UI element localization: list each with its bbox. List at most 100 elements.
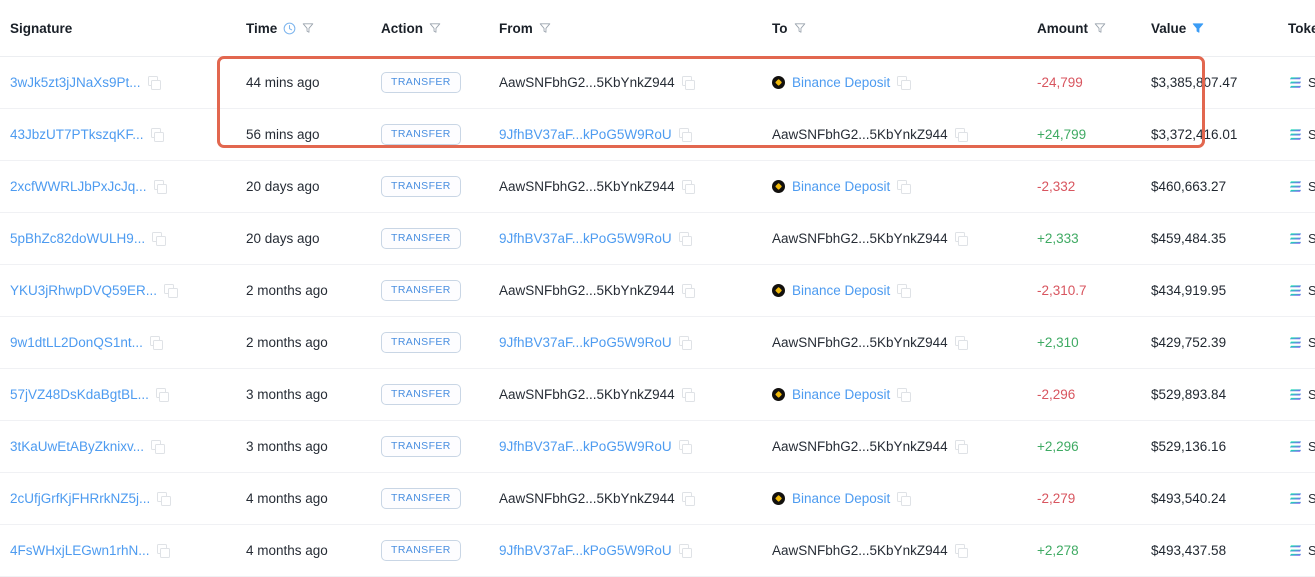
copy-signature-icon[interactable] bbox=[152, 232, 165, 245]
table-row[interactable]: 4FsWHxjLEGwn1rhN...4 months agoTRANSFER9… bbox=[0, 525, 1315, 577]
table-row[interactable]: YKU3jRhwpDVQ59ER...2 months agoTRANSFERA… bbox=[0, 265, 1315, 317]
column-header-amount[interactable]: Amount bbox=[1031, 0, 1147, 57]
action-badge-transfer[interactable]: TRANSFER bbox=[381, 488, 461, 509]
sol-token-icon bbox=[1288, 76, 1303, 89]
action-badge-transfer[interactable]: TRANSFER bbox=[381, 228, 461, 249]
table-row[interactable]: 43JbzUT7PTkszqKF...56 mins agoTRANSFER9J… bbox=[0, 109, 1315, 161]
column-header-time[interactable]: Time bbox=[228, 0, 373, 57]
to-address-link[interactable]: Binance Deposit bbox=[792, 75, 890, 90]
table-header: Signature Time bbox=[0, 0, 1315, 57]
column-header-value[interactable]: Value bbox=[1147, 0, 1276, 57]
signature-link[interactable]: 2xcfWWRLJbPxJcJq... bbox=[10, 179, 147, 194]
copy-to-icon[interactable] bbox=[897, 180, 910, 193]
copy-to-icon[interactable] bbox=[955, 544, 968, 557]
column-header-to[interactable]: To bbox=[764, 0, 1031, 57]
from-address-link[interactable]: 9JfhBV37aF...kPoG5W9RoU bbox=[499, 439, 672, 454]
copy-from-icon[interactable] bbox=[679, 544, 692, 557]
copy-signature-icon[interactable] bbox=[150, 336, 163, 349]
signature-link[interactable]: YKU3jRhwpDVQ59ER... bbox=[10, 283, 157, 298]
table-row[interactable]: 3wJk5zt3jJNaXs9Pt...44 mins agoTRANSFERA… bbox=[0, 57, 1315, 109]
copy-signature-icon[interactable] bbox=[156, 388, 169, 401]
action-badge-transfer[interactable]: TRANSFER bbox=[381, 124, 461, 145]
to-address-link[interactable]: Binance Deposit bbox=[792, 179, 890, 194]
from-address-link[interactable]: AawSNFbhG2...5KbYnkZ944 bbox=[499, 283, 675, 298]
copy-from-icon[interactable] bbox=[679, 336, 692, 349]
action-badge-transfer[interactable]: TRANSFER bbox=[381, 280, 461, 301]
cell-signature: YKU3jRhwpDVQ59ER... bbox=[0, 265, 228, 317]
signature-link[interactable]: 3wJk5zt3jJNaXs9Pt... bbox=[10, 75, 141, 90]
signature-link[interactable]: 4FsWHxjLEGwn1rhN... bbox=[10, 543, 150, 558]
copy-signature-icon[interactable] bbox=[148, 76, 161, 89]
table-row[interactable]: 2xcfWWRLJbPxJcJq...20 days agoTRANSFERAa… bbox=[0, 161, 1315, 213]
from-address-link[interactable]: AawSNFbhG2...5KbYnkZ944 bbox=[499, 75, 675, 90]
filter-icon-amount[interactable] bbox=[1094, 22, 1106, 34]
action-badge-transfer[interactable]: TRANSFER bbox=[381, 540, 461, 561]
copy-from-icon[interactable] bbox=[679, 232, 692, 245]
filter-icon-to[interactable] bbox=[794, 22, 806, 34]
action-badge-transfer[interactable]: TRANSFER bbox=[381, 384, 461, 405]
copy-from-icon[interactable] bbox=[679, 440, 692, 453]
from-address-link[interactable]: AawSNFbhG2...5KbYnkZ944 bbox=[499, 387, 675, 402]
copy-to-icon[interactable] bbox=[955, 440, 968, 453]
to-address-link[interactable]: Binance Deposit bbox=[792, 283, 890, 298]
to-address-link[interactable]: AawSNFbhG2...5KbYnkZ944 bbox=[772, 439, 948, 454]
from-address-link[interactable]: 9JfhBV37aF...kPoG5W9RoU bbox=[499, 543, 672, 558]
cell-action: TRANSFER bbox=[373, 109, 491, 161]
signature-link[interactable]: 3tKaUwEtAByZknixv... bbox=[10, 439, 144, 454]
column-header-from[interactable]: From bbox=[491, 0, 764, 57]
action-badge-transfer[interactable]: TRANSFER bbox=[381, 72, 461, 93]
column-header-token[interactable]: Token bbox=[1276, 0, 1315, 57]
copy-to-icon[interactable] bbox=[897, 388, 910, 401]
copy-to-icon[interactable] bbox=[897, 492, 910, 505]
filter-icon-value-active[interactable] bbox=[1192, 22, 1204, 34]
from-address-link[interactable]: AawSNFbhG2...5KbYnkZ944 bbox=[499, 491, 675, 506]
copy-to-icon[interactable] bbox=[897, 284, 910, 297]
filter-icon-action[interactable] bbox=[429, 22, 441, 34]
filter-icon-from[interactable] bbox=[539, 22, 551, 34]
to-address-link[interactable]: AawSNFbhG2...5KbYnkZ944 bbox=[772, 231, 948, 246]
table-row[interactable]: 9w1dtLL2DonQS1nt...2 months agoTRANSFER9… bbox=[0, 317, 1315, 369]
table-row[interactable]: 2cUfjGrfKjFHRrkNZ5j...4 months agoTRANSF… bbox=[0, 473, 1315, 525]
signature-link[interactable]: 57jVZ48DsKdaBgtBL... bbox=[10, 387, 149, 402]
copy-from-icon[interactable] bbox=[682, 180, 695, 193]
copy-to-icon[interactable] bbox=[955, 336, 968, 349]
filter-icon-time[interactable] bbox=[302, 22, 314, 34]
table-row[interactable]: 5pBhZc82doWULH9...20 days agoTRANSFER9Jf… bbox=[0, 213, 1315, 265]
from-address-link[interactable]: AawSNFbhG2...5KbYnkZ944 bbox=[499, 179, 675, 194]
to-address-link[interactable]: AawSNFbhG2...5KbYnkZ944 bbox=[772, 335, 948, 350]
signature-link[interactable]: 2cUfjGrfKjFHRrkNZ5j... bbox=[10, 491, 150, 506]
signature-link[interactable]: 9w1dtLL2DonQS1nt... bbox=[10, 335, 143, 350]
copy-signature-icon[interactable] bbox=[157, 492, 170, 505]
copy-signature-icon[interactable] bbox=[154, 180, 167, 193]
from-address-link[interactable]: 9JfhBV37aF...kPoG5W9RoU bbox=[499, 335, 672, 350]
action-badge-transfer[interactable]: TRANSFER bbox=[381, 436, 461, 457]
cell-to: AawSNFbhG2...5KbYnkZ944 bbox=[764, 109, 1031, 161]
to-address-link[interactable]: Binance Deposit bbox=[792, 387, 890, 402]
from-address-link[interactable]: 9JfhBV37aF...kPoG5W9RoU bbox=[499, 127, 672, 142]
copy-from-icon[interactable] bbox=[682, 76, 695, 89]
action-badge-transfer[interactable]: TRANSFER bbox=[381, 176, 461, 197]
table-row[interactable]: 57jVZ48DsKdaBgtBL...3 months agoTRANSFER… bbox=[0, 369, 1315, 421]
column-header-action[interactable]: Action bbox=[373, 0, 491, 57]
copy-from-icon[interactable] bbox=[679, 128, 692, 141]
copy-signature-icon[interactable] bbox=[151, 128, 164, 141]
table-row[interactable]: 3tKaUwEtAByZknixv...3 months agoTRANSFER… bbox=[0, 421, 1315, 473]
copy-from-icon[interactable] bbox=[682, 284, 695, 297]
from-address-link[interactable]: 9JfhBV37aF...kPoG5W9RoU bbox=[499, 231, 672, 246]
clock-icon[interactable] bbox=[283, 22, 296, 35]
copy-to-icon[interactable] bbox=[955, 232, 968, 245]
copy-signature-icon[interactable] bbox=[151, 440, 164, 453]
column-header-signature[interactable]: Signature bbox=[0, 0, 228, 57]
to-address-link[interactable]: Binance Deposit bbox=[792, 491, 890, 506]
copy-to-icon[interactable] bbox=[897, 76, 910, 89]
copy-signature-icon[interactable] bbox=[157, 544, 170, 557]
copy-from-icon[interactable] bbox=[682, 388, 695, 401]
copy-to-icon[interactable] bbox=[955, 128, 968, 141]
signature-link[interactable]: 43JbzUT7PTkszqKF... bbox=[10, 127, 144, 142]
signature-link[interactable]: 5pBhZc82doWULH9... bbox=[10, 231, 145, 246]
to-address-link[interactable]: AawSNFbhG2...5KbYnkZ944 bbox=[772, 127, 948, 142]
copy-signature-icon[interactable] bbox=[164, 284, 177, 297]
to-address-link[interactable]: AawSNFbhG2...5KbYnkZ944 bbox=[772, 543, 948, 558]
copy-from-icon[interactable] bbox=[682, 492, 695, 505]
action-badge-transfer[interactable]: TRANSFER bbox=[381, 332, 461, 353]
